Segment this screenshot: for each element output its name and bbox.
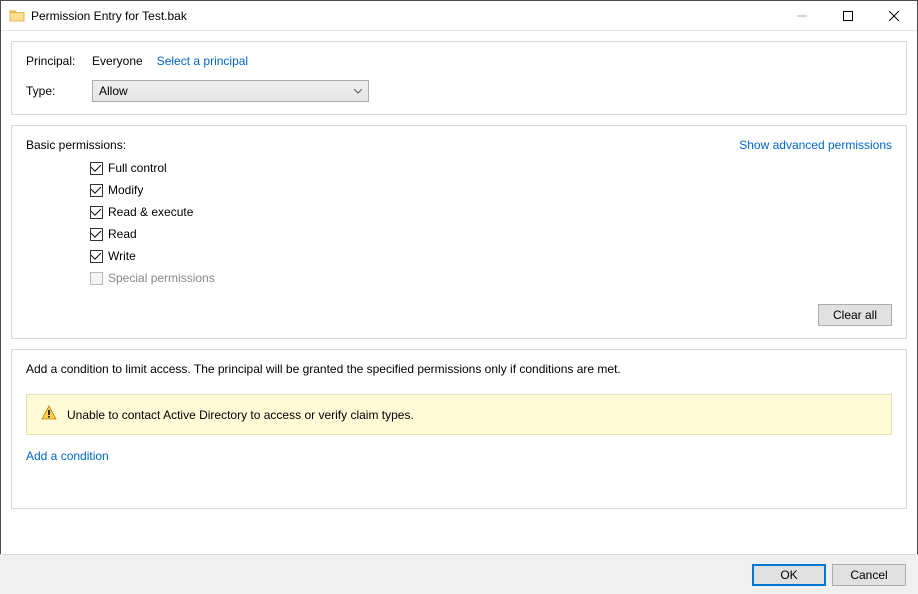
permissions-list: Full control Modify Read & execute Read … — [90, 160, 892, 286]
minimize-button[interactable] — [779, 1, 825, 30]
add-condition-link[interactable]: Add a condition — [26, 449, 109, 463]
checkbox-full-control[interactable] — [90, 162, 103, 175]
type-label: Type: — [26, 84, 92, 98]
perm-item-read[interactable]: Read — [90, 226, 892, 242]
titlebar: Permission Entry for Test.bak — [1, 1, 917, 31]
perm-item-full-control[interactable]: Full control — [90, 160, 892, 176]
principal-type-panel: Principal: Everyone Select a principal T… — [11, 41, 907, 115]
perm-label: Special permissions — [108, 271, 215, 285]
perm-item-special: Special permissions — [90, 270, 892, 286]
cancel-button[interactable]: Cancel — [832, 564, 906, 586]
perm-label: Modify — [108, 183, 143, 197]
dialog-footer: OK Cancel — [0, 554, 918, 594]
principal-label: Principal: — [26, 54, 92, 68]
permissions-heading: Basic permissions: — [26, 138, 126, 152]
checkbox-read[interactable] — [90, 228, 103, 241]
folder-icon — [9, 8, 25, 24]
perm-label: Full control — [108, 161, 167, 175]
show-advanced-link[interactable]: Show advanced permissions — [739, 138, 892, 152]
checkbox-read-execute[interactable] — [90, 206, 103, 219]
perm-item-write[interactable]: Write — [90, 248, 892, 264]
select-principal-link[interactable]: Select a principal — [157, 54, 248, 68]
clear-all-button[interactable]: Clear all — [818, 304, 892, 326]
perm-label: Write — [108, 249, 136, 263]
close-button[interactable] — [871, 1, 917, 30]
type-select[interactable]: Allow — [92, 80, 369, 102]
permissions-panel: Basic permissions: Show advanced permiss… — [11, 125, 907, 339]
checkbox-special — [90, 272, 103, 285]
warning-text: Unable to contact Active Directory to ac… — [67, 408, 414, 422]
ok-button[interactable]: OK — [752, 564, 826, 586]
window-title: Permission Entry for Test.bak — [31, 9, 779, 23]
type-selected-value: Allow — [99, 84, 128, 98]
checkbox-modify[interactable] — [90, 184, 103, 197]
warning-icon — [41, 405, 57, 424]
window-controls — [779, 1, 917, 30]
principal-value: Everyone — [92, 54, 143, 68]
perm-item-modify[interactable]: Modify — [90, 182, 892, 198]
chevron-down-icon — [354, 86, 362, 96]
conditions-panel: Add a condition to limit access. The pri… — [11, 349, 907, 509]
maximize-button[interactable] — [825, 1, 871, 30]
condition-description: Add a condition to limit access. The pri… — [26, 362, 892, 376]
checkbox-write[interactable] — [90, 250, 103, 263]
perm-label: Read — [108, 227, 137, 241]
perm-item-read-execute[interactable]: Read & execute — [90, 204, 892, 220]
perm-label: Read & execute — [108, 205, 193, 219]
warning-box: Unable to contact Active Directory to ac… — [26, 394, 892, 435]
